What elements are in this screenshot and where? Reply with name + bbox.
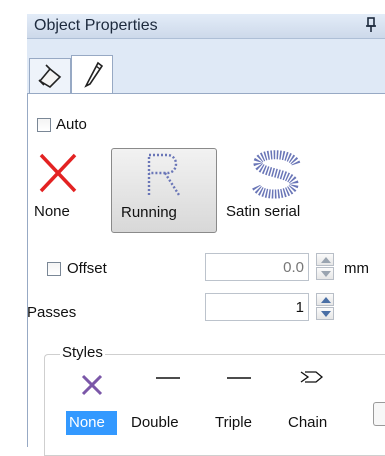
offset-unit: mm xyxy=(344,260,369,277)
arrow-up-icon xyxy=(321,297,331,303)
stitch-none-label: None xyxy=(34,203,70,220)
satin-s-icon xyxy=(251,150,301,199)
passes-spinner[interactable] xyxy=(316,293,334,321)
offset-input[interactable]: 0.0 xyxy=(205,253,309,281)
styles-group: Styles xyxy=(44,344,385,456)
stitch-running-label: Running xyxy=(121,204,177,221)
paint-bucket-icon xyxy=(38,64,62,89)
stitch-none-button[interactable]: None xyxy=(34,148,110,233)
offset-label: Offset xyxy=(67,260,107,277)
auto-label: Auto xyxy=(56,116,87,133)
line-icon xyxy=(156,377,180,379)
stitch-satin-label: Satin serial xyxy=(226,203,301,220)
pen-icon xyxy=(84,61,104,88)
line-icon xyxy=(227,377,251,379)
running-stitch-r-icon xyxy=(147,153,181,196)
offset-decrement-button[interactable] xyxy=(316,267,334,280)
tab-outline[interactable] xyxy=(71,55,113,93)
auto-checkbox[interactable] xyxy=(37,118,51,132)
arrow-up-icon xyxy=(321,257,331,263)
offset-spinner[interactable] xyxy=(316,253,334,281)
offset-increment-button[interactable] xyxy=(316,253,334,266)
pin-icon[interactable] xyxy=(363,16,379,34)
purple-x-icon xyxy=(81,374,103,396)
stitch-running-button[interactable]: Running xyxy=(111,148,217,233)
style-chain-label[interactable]: Chain xyxy=(288,414,327,431)
passes-increment-button[interactable] xyxy=(316,293,334,306)
tab-strip xyxy=(27,39,385,94)
chain-icon xyxy=(300,371,324,383)
style-none-label[interactable]: None xyxy=(69,414,105,431)
arrow-down-icon xyxy=(321,271,331,277)
passes-decrement-button[interactable] xyxy=(316,307,334,320)
styles-legend: Styles xyxy=(60,344,105,361)
stitch-satin-button[interactable]: Satin serial xyxy=(220,148,340,233)
styles-scroll-edge[interactable] xyxy=(373,402,385,426)
panel-title-bar: Object Properties xyxy=(27,14,385,39)
style-double-label[interactable]: Double xyxy=(131,414,179,431)
arrow-down-icon xyxy=(321,311,331,317)
passes-label: Passes xyxy=(27,304,77,321)
panel-title: Object Properties xyxy=(34,17,158,34)
style-triple-label[interactable]: Triple xyxy=(215,414,252,431)
red-x-icon xyxy=(39,153,77,193)
passes-input[interactable]: 1 xyxy=(205,293,309,321)
tab-fill[interactable] xyxy=(29,58,71,93)
offset-checkbox[interactable] xyxy=(47,262,61,276)
